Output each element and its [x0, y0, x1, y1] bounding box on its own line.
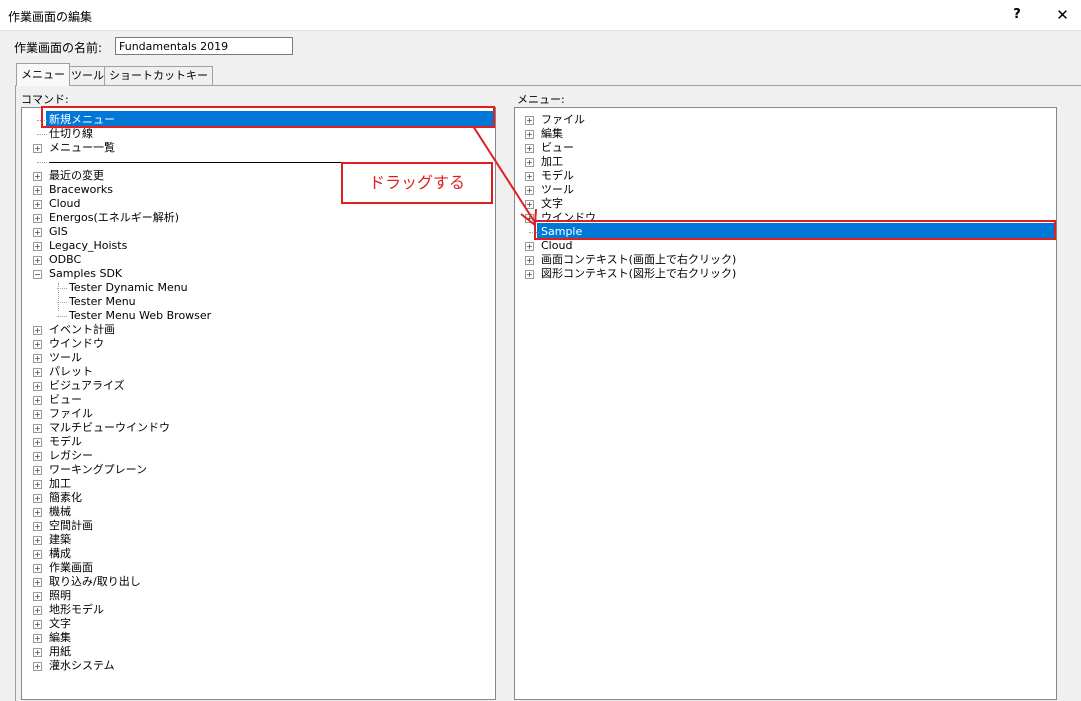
- tab-menu[interactable]: メニュー: [16, 63, 70, 86]
- drag-arrow: [472, 125, 537, 227]
